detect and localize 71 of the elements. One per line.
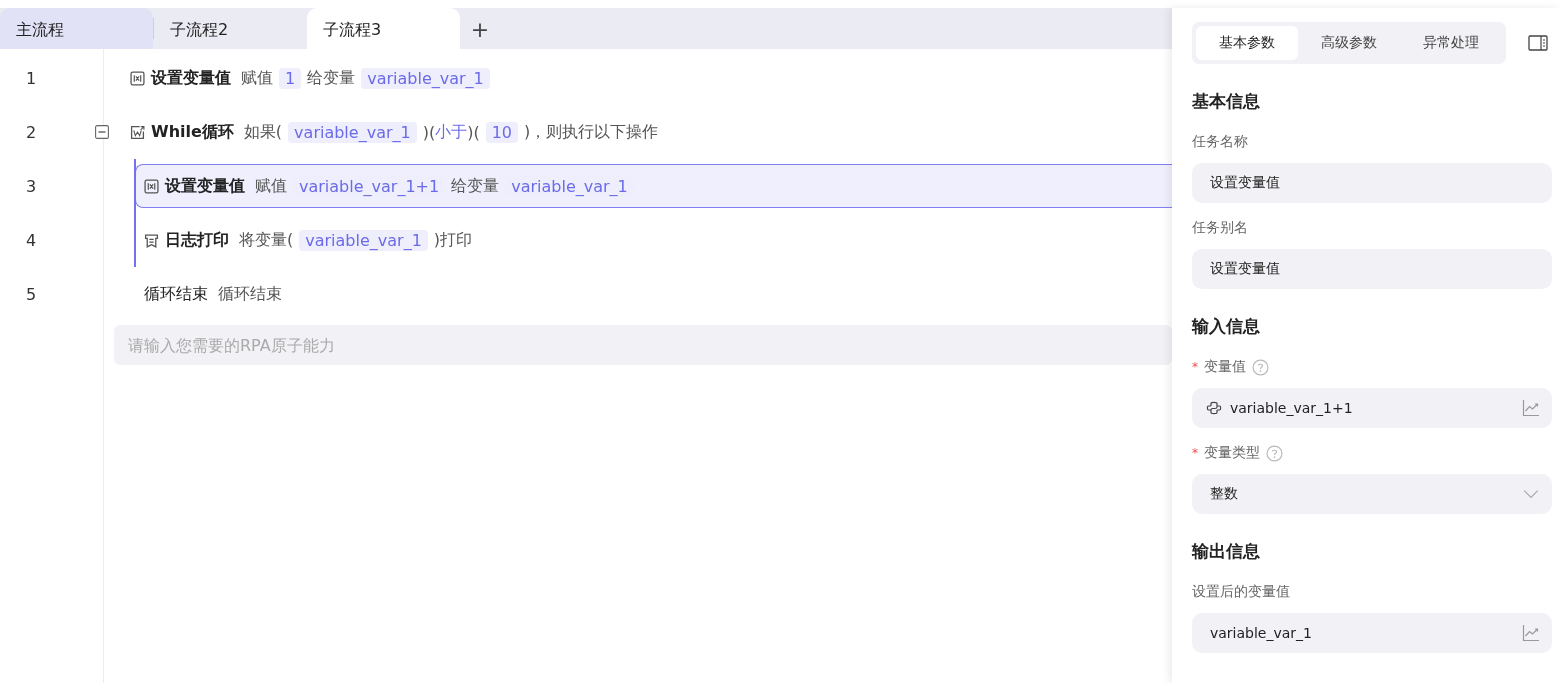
flow-tab[interactable]: 子流程3: [307, 8, 460, 49]
sidebar-toggle-icon[interactable]: [1528, 35, 1548, 51]
statement-text: )，则执行以下操作: [524, 121, 659, 143]
field-value: 设置变量值: [1209, 174, 1281, 192]
statement-text: )(: [422, 122, 436, 142]
operator-text[interactable]: 小于: [435, 121, 468, 143]
loop-icon: [130, 124, 145, 140]
required-mark: *: [1192, 360, 1198, 374]
line-number: 2: [24, 122, 38, 142]
statement-row[interactable]: 循环结束 循环结束: [121, 272, 1172, 316]
field-value: 整数: [1209, 485, 1239, 503]
variable-token[interactable]: 10: [485, 121, 518, 143]
field-value: variable_var_1+1: [1230, 400, 1354, 416]
statement-text: 赋值: [255, 175, 287, 197]
statement-text: 赋值: [241, 67, 273, 89]
statement-text: 给变量: [307, 67, 356, 89]
field-label: 设置后的变量值: [1192, 583, 1290, 601]
line-number: 1: [24, 68, 38, 88]
section-heading: 基本信息: [1192, 90, 1261, 113]
section-heading: 输出信息: [1192, 540, 1261, 563]
printer-icon: [144, 232, 159, 248]
statement-title: 设置变量值: [165, 175, 245, 197]
statement-row[interactable]: 设置变量值 赋值 1 给变量 variable_var_1: [121, 56, 1172, 100]
flow-tab[interactable]: 主流程: [0, 8, 153, 49]
panel-tab[interactable]: 高级参数: [1298, 26, 1400, 60]
required-mark: *: [1192, 446, 1198, 460]
variable-icon: [144, 178, 159, 194]
input-field[interactable]: 设置变量值: [1192, 163, 1552, 203]
field-label: 变量值: [1204, 358, 1246, 376]
statement-text: 如果(: [243, 121, 283, 143]
field-value: 设置变量值: [1209, 260, 1281, 278]
line-number: 4: [24, 230, 38, 250]
chart-line-icon[interactable]: [1522, 399, 1540, 417]
section-heading: 输入信息: [1192, 315, 1261, 338]
help-icon[interactable]: [1252, 358, 1269, 376]
statement-title: 设置变量值: [151, 67, 231, 89]
statement-text: )(: [467, 122, 480, 142]
input-field[interactable]: variable_var_1: [1192, 613, 1552, 653]
statement-title: While循环: [151, 121, 234, 143]
statement-row[interactable]: 设置变量值 赋值 variable_var_1+1 给变量 variable_var_1: [135, 164, 1172, 208]
variable-token[interactable]: variable_var_1: [288, 121, 417, 143]
field-value: variable_var_1: [1209, 625, 1313, 641]
variable-icon: [130, 70, 145, 86]
statement-title: 循环结束: [144, 283, 208, 305]
select-field[interactable]: 整数: [1192, 474, 1552, 514]
statement-text: 给变量: [451, 175, 500, 197]
variable-token[interactable]: variable_var_1: [361, 67, 490, 89]
help-icon[interactable]: [1266, 444, 1283, 462]
python-icon: [1206, 400, 1222, 416]
field-label: 任务别名: [1192, 219, 1248, 237]
statement-row[interactable]: 日志打印 将变量( variable_var_1 )打印: [135, 218, 1172, 262]
line-number: 3: [24, 176, 38, 196]
input-field[interactable]: 设置变量值: [1192, 249, 1552, 289]
line-number: 5: [24, 284, 38, 304]
panel-tab[interactable]: 异常处理: [1400, 26, 1502, 60]
chart-line-icon[interactable]: [1522, 624, 1540, 642]
field-label: 任务名称: [1192, 133, 1248, 151]
statement-text: 将变量(: [239, 229, 294, 251]
collapse-icon[interactable]: [95, 125, 109, 139]
variable-token[interactable]: variable_var_1: [299, 229, 428, 251]
input-field[interactable]: variable_var_1+1: [1192, 388, 1552, 428]
statement-text: 循环结束: [218, 283, 282, 305]
command-input-field[interactable]: 请输入您需要的RPA原子能力: [114, 325, 1172, 365]
statement-row[interactable]: While循环 如果( variable_var_1 )(小于)( 10 )，则执行以下操作: [121, 110, 1172, 154]
panel-tab[interactable]: 基本参数: [1196, 26, 1298, 60]
variable-token[interactable]: 1: [279, 67, 302, 89]
statement-text: )打印: [433, 229, 473, 251]
flow-tab[interactable]: 子流程2: [154, 8, 307, 49]
statement-title: 日志打印: [165, 229, 229, 251]
field-label: 变量类型: [1204, 444, 1260, 462]
add-tab-button[interactable]: +: [460, 8, 500, 49]
